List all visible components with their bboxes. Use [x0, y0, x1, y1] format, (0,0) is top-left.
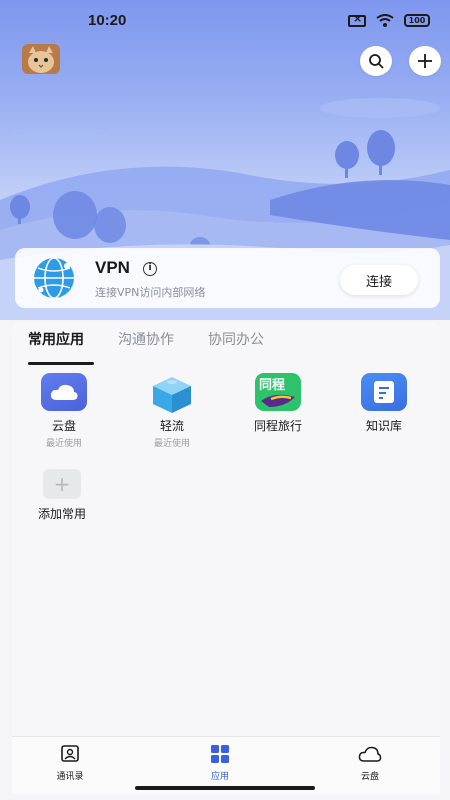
app-screen: 10:20 100: [0, 0, 450, 800]
app-label: 轻流: [159, 419, 184, 433]
vpn-title: VPN: [95, 258, 130, 277]
add-button[interactable]: [409, 46, 441, 76]
nav-apps[interactable]: 应用: [180, 745, 260, 782]
tongcheng-icon: 同程: [255, 373, 301, 411]
cat-avatar-icon: [22, 44, 60, 74]
wifi-icon: [376, 14, 394, 27]
battery-icon: 100: [404, 14, 430, 27]
status-time: 10:20: [88, 12, 127, 29]
app-label: 知识库: [365, 419, 402, 433]
add-common-app[interactable]: + 添加常用: [12, 469, 112, 522]
tab-office[interactable]: 协同办公: [208, 329, 264, 359]
nav-label: 应用: [210, 772, 229, 782]
status-bar: 10:20 100: [0, 0, 450, 40]
search-button[interactable]: [360, 46, 392, 76]
app-label: 云盘: [51, 419, 76, 433]
app-tabs: 常用应用 沟通协作 协同办公: [28, 329, 298, 365]
home-indicator: [135, 786, 315, 790]
vpn-globe-icon: [34, 257, 74, 299]
tab-collaboration[interactable]: 沟通协作: [118, 329, 174, 359]
grid-icon: [211, 745, 229, 763]
plus-icon: [418, 54, 432, 68]
app-qingflow[interactable]: 轻流 最近使用: [122, 373, 222, 449]
document-icon: [361, 373, 407, 411]
cloud-icon: [41, 373, 87, 411]
vpn-connect-button[interactable]: 连接: [340, 265, 418, 295]
app-label: 同程旅行: [253, 419, 302, 433]
cube-icon: [149, 373, 195, 413]
app-cloud-drive[interactable]: 云盘 最近使用: [14, 373, 114, 449]
plus-icon: +: [43, 469, 81, 499]
tab-common-apps[interactable]: 常用应用: [28, 329, 94, 365]
app-tongcheng-travel[interactable]: 同程 同程旅行: [228, 373, 328, 434]
contacts-icon: [61, 745, 79, 762]
nav-label: 云盘: [360, 772, 379, 782]
nav-cloud-drive[interactable]: 云盘: [330, 745, 410, 782]
app-knowledge-base[interactable]: 知识库: [334, 373, 434, 434]
app-label: 添加常用: [37, 507, 86, 521]
no-sim-icon: [348, 12, 366, 27]
cloud-outline-icon: [358, 746, 382, 762]
info-icon[interactable]: i: [143, 262, 157, 276]
search-icon: [369, 54, 384, 69]
nav-label: 通讯录: [56, 772, 84, 782]
avatar[interactable]: [22, 44, 60, 74]
app-sublabel: 最近使用: [153, 439, 190, 449]
vpn-subtitle: 连接VPN访问内部网络: [95, 286, 206, 299]
app-sublabel: 最近使用: [45, 439, 82, 449]
nav-contacts[interactable]: 通讯录: [30, 745, 110, 782]
vpn-card: VPN i 连接VPN访问内部网络 连接: [15, 248, 440, 308]
status-icons: 100: [348, 12, 430, 27]
apps-panel: 常用应用 沟通协作 协同办公 云盘 最近使用 轻流 最近使用 同程 同程旅行 知…: [12, 321, 440, 741]
